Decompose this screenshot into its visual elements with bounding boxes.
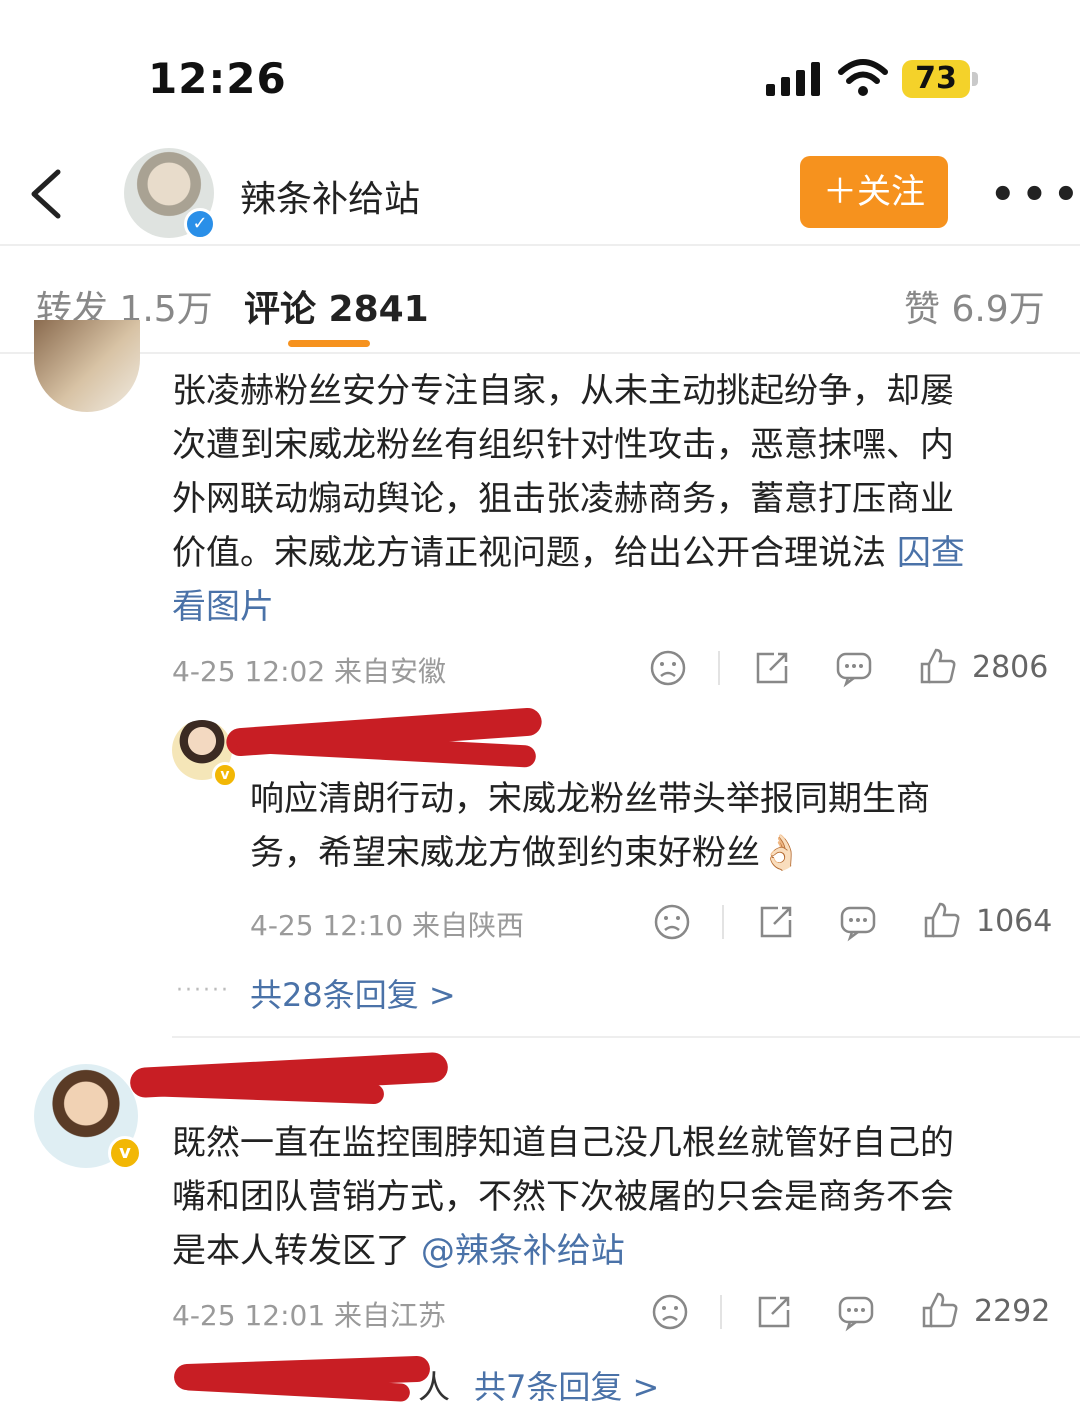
comment-icon[interactable] xyxy=(834,648,874,688)
comment-meta: 4-25 12:02 来自安徽 xyxy=(172,655,447,688)
account-name[interactable]: 辣条补给站 xyxy=(240,170,420,222)
share-icon[interactable] xyxy=(754,1292,794,1332)
status-time: 12:26 xyxy=(148,54,287,103)
cellular-signal-icon xyxy=(766,62,820,96)
back-arrow-icon[interactable] xyxy=(28,168,64,220)
view-replies-link[interactable]: 共28条回复 > xyxy=(250,970,456,1016)
reply-meta: 4-25 12:10 来自陕西 xyxy=(250,909,525,942)
verified-badge-icon: ✓ xyxy=(184,208,216,240)
comment-meta: 4-25 12:01 来自江苏 xyxy=(172,1299,447,1332)
dislike-icon[interactable] xyxy=(650,1292,690,1332)
comment-line: 价值。宋威龙方请正视问题，给出公开合理说法 xyxy=(172,533,886,573)
comment-icon[interactable] xyxy=(838,902,878,942)
battery-indicator: 73 xyxy=(902,60,980,98)
battery-cap xyxy=(972,72,978,86)
reply-text: 响应清朗行动，宋威龙粉丝带头举报同期生商 务，希望宋威龙方做到约束好粉丝👌🏻 xyxy=(250,772,1030,880)
view-replies-link[interactable]: 共7条回复 > xyxy=(474,1362,659,1408)
reply-line: 务，希望宋威龙方做到约束好粉丝👌🏻 xyxy=(250,833,803,873)
share-icon[interactable] xyxy=(752,648,792,688)
thumbs-up-icon[interactable] xyxy=(922,900,962,940)
comment-text: 张凌赫粉丝安分专注自家，从未主动挑起纷争，却屡 次遭到宋威龙粉丝有组织针对性攻击… xyxy=(172,364,1052,634)
comment-line: 是本人转发区了 xyxy=(172,1231,410,1271)
active-tab-indicator xyxy=(288,340,370,347)
comment-line: 外网联动煽动舆论，狙击张凌赫商务，蓄意打压商业 xyxy=(172,479,954,519)
dislike-icon[interactable] xyxy=(652,902,692,942)
more-options-icon[interactable]: ••• xyxy=(990,172,1080,218)
header-divider xyxy=(0,244,1080,246)
tab-comment[interactable]: 评论 2841 xyxy=(244,280,429,332)
tabs-divider xyxy=(0,352,1080,354)
comment-text: 既然一直在监控围脖知道自己没几根丝就管好自己的 嘴和团队营销方式，不然下次被屠的… xyxy=(172,1116,1052,1278)
action-divider xyxy=(718,651,720,685)
share-icon[interactable] xyxy=(756,902,796,942)
verified-gold-icon: v xyxy=(212,762,238,788)
thumbs-up-icon[interactable] xyxy=(920,1290,960,1330)
mention-link[interactable]: @辣条补给站 xyxy=(421,1231,625,1271)
comment-divider xyxy=(172,1036,1080,1038)
commenter-avatar[interactable] xyxy=(34,320,140,412)
replies-dots: ······ xyxy=(176,978,230,1003)
view-image-link[interactable]: 囚查 xyxy=(897,533,965,573)
replies-prefix: 人 xyxy=(418,1368,451,1406)
battery-level: 73 xyxy=(902,60,970,98)
comment-icon[interactable] xyxy=(836,1292,876,1332)
view-image-link-cont[interactable]: 看图片 xyxy=(172,580,1052,634)
comment-line: 嘴和团队营销方式，不然下次被屠的只会是商务不会 xyxy=(172,1177,954,1217)
dislike-icon[interactable] xyxy=(648,648,688,688)
tab-like[interactable]: 赞 6.9万 xyxy=(904,280,1045,332)
like-count: 2806 xyxy=(972,650,1049,685)
thumbs-up-icon[interactable] xyxy=(918,646,958,686)
action-divider xyxy=(720,1295,722,1329)
like-count: 1064 xyxy=(976,904,1053,939)
comment-line: 既然一直在监控围脖知道自己没几根丝就管好自己的 xyxy=(172,1123,954,1163)
follow-button[interactable]: ＋关注 xyxy=(800,156,948,228)
reply-line: 响应清朗行动，宋威龙粉丝带头举报同期生商 xyxy=(250,779,930,819)
wifi-icon xyxy=(838,59,888,96)
like-count: 2292 xyxy=(974,1294,1051,1329)
comment-line: 张凌赫粉丝安分专注自家，从未主动挑起纷争，却屡 xyxy=(172,371,954,411)
comment-line: 次遭到宋威龙粉丝有组织针对性攻击，恶意抹嘿、内 xyxy=(172,425,954,465)
verified-gold-icon: v xyxy=(108,1136,142,1170)
action-divider xyxy=(722,905,724,939)
